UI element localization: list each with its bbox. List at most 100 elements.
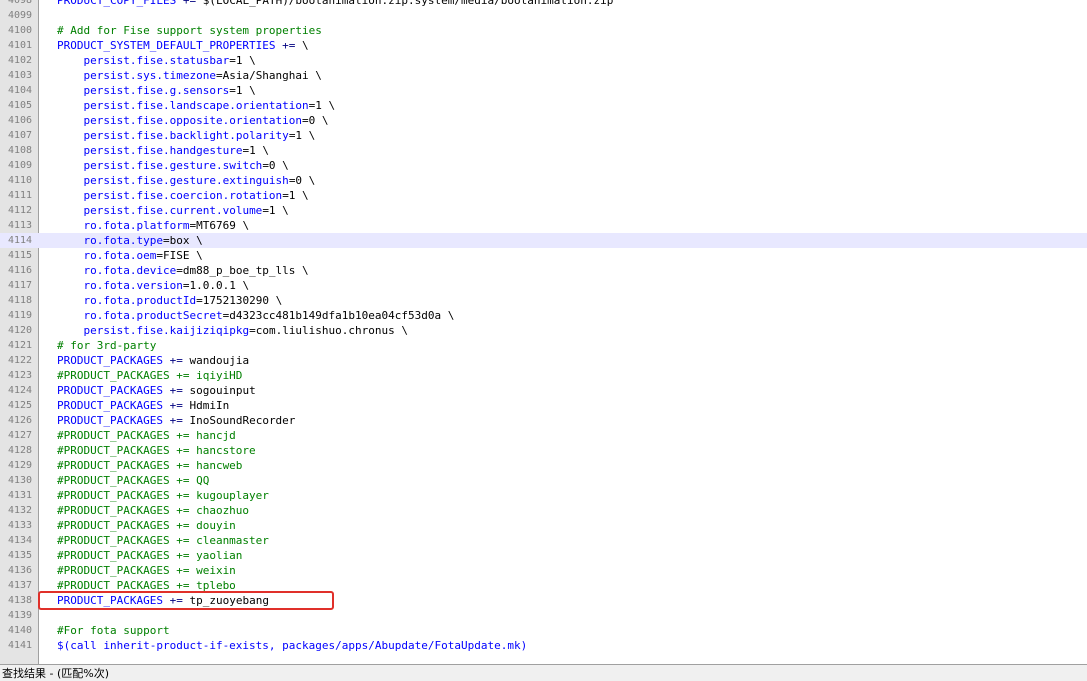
line-number: 4113 — [8, 220, 33, 231]
line-number: 4117 — [8, 280, 33, 291]
comment-text: #PRODUCT_PACKAGES += cleanmaster — [57, 534, 269, 547]
line-number: 4102 — [8, 55, 33, 66]
comment-text: #PRODUCT_PACKAGES += hancstore — [57, 444, 256, 457]
code-line[interactable]: 4128 #PRODUCT_PACKAGES += hancstore — [0, 443, 1087, 458]
code-line[interactable]: 4101 PRODUCT_SYSTEM_DEFAULT_PROPERTIES +=… — [0, 38, 1087, 53]
code-line[interactable]: 4121 # for 3rd-party — [0, 338, 1087, 353]
code-line[interactable]: 4110 persist.fise.gesture.extinguish=0 \ — [0, 173, 1087, 188]
code-editor[interactable]: 4098 PRODUCT_COPY_FILES += $(LOCAL_PATH)/… — [0, 0, 1087, 664]
code-line[interactable]: 4132 #PRODUCT_PACKAGES += chaozhuo — [0, 503, 1087, 518]
code-line[interactable]: 4131 #PRODUCT_PACKAGES += kugouplayer — [0, 488, 1087, 503]
comment-text: #For fota support — [57, 624, 170, 637]
line-number: 4136 — [8, 565, 33, 576]
line-number: 4119 — [8, 310, 33, 321]
comment-text: #PRODUCT_PACKAGES += weixin — [57, 564, 236, 577]
code-text: #PRODUCT_PACKAGES += kugouplayer — [57, 488, 269, 503]
code-text: # Add for Fise support system properties — [57, 23, 322, 38]
code-text: ro.fota.type=box \ — [57, 233, 203, 248]
line-number: 4112 — [8, 205, 33, 216]
variable-name: PRODUCT_PACKAGES — [57, 399, 163, 412]
property-value: =Asia/Shanghai \ — [215, 69, 322, 82]
code-text: persist.fise.landscape.orientation=1 \ — [57, 98, 336, 113]
operator: += — [162, 399, 190, 412]
code-line[interactable]: 4129 #PRODUCT_PACKAGES += hancweb — [0, 458, 1087, 473]
code-line[interactable]: 4125 PRODUCT_PACKAGES += HdmiIn — [0, 398, 1087, 413]
property-key: persist.fise.backlight.polarity — [83, 129, 289, 142]
code-line[interactable]: 4117 ro.fota.version=1.0.0.1 \ — [0, 278, 1087, 293]
code-line[interactable]: 4100 # Add for Fise support system proper… — [0, 23, 1087, 38]
code-line[interactable]: 4104 persist.fise.g.sensors=1 \ — [0, 83, 1087, 98]
code-line[interactable]: 4113 ro.fota.platform=MT6769 \ — [0, 218, 1087, 233]
code-line[interactable]: 4123 #PRODUCT_PACKAGES += iqiyiHD — [0, 368, 1087, 383]
code-line[interactable]: 4114 ro.fota.type=box \ — [0, 233, 1087, 248]
code-line[interactable]: 4141 $(call inherit-product-if-exists, pa… — [0, 638, 1087, 653]
code-text: ro.fota.version=1.0.0.1 \ — [57, 278, 250, 293]
property-value: =0 \ — [302, 114, 329, 127]
comment-text: #PRODUCT_PACKAGES += yaolian — [57, 549, 243, 562]
value: $(LOCAL_PATH)/bootanimation.zip:system/m… — [202, 0, 614, 7]
code-line[interactable]: 4107 persist.fise.backlight.polarity=1 \ — [0, 128, 1087, 143]
code-line[interactable]: 4126 PRODUCT_PACKAGES += InoSoundRecorder — [0, 413, 1087, 428]
code-line[interactable]: 4120 persist.fise.kaijiziqipkg=com.liuli… — [0, 323, 1087, 338]
code-line[interactable]: 4106 persist.fise.opposite.orientation=0… — [0, 113, 1087, 128]
code-line[interactable]: 4105 persist.fise.landscape.orientation=… — [0, 98, 1087, 113]
code-text: ro.fota.oem=FISE \ — [57, 248, 203, 263]
property-key: ro.fota.version — [83, 279, 183, 292]
code-line[interactable]: 4098 PRODUCT_COPY_FILES += $(LOCAL_PATH)/… — [0, 0, 1087, 8]
property-value: =1 \ — [308, 99, 336, 112]
comment-text: #PRODUCT_PACKAGES += iqiyiHD — [57, 369, 243, 382]
line-number: 4104 — [8, 85, 33, 96]
code-line[interactable]: 4127 #PRODUCT_PACKAGES += hancjd — [0, 428, 1087, 443]
line-number: 4111 — [8, 190, 33, 201]
line-number: 4108 — [8, 145, 33, 156]
code-text: #For fota support — [57, 623, 170, 638]
line-number: 4098 — [8, 0, 33, 6]
line-number: 4134 — [8, 535, 33, 546]
code-line[interactable]: 4124 PRODUCT_PACKAGES += sogouinput — [0, 383, 1087, 398]
code-line[interactable]: 4111 persist.fise.coercion.rotation=1 \ — [0, 188, 1087, 203]
property-value: =MT6769 \ — [189, 219, 250, 232]
property-key: persist.fise.kaijiziqipkg — [83, 324, 250, 337]
property-key: persist.fise.coercion.rotation — [83, 189, 283, 202]
comment-text: # for 3rd-party — [57, 339, 157, 352]
highlight-box — [38, 591, 334, 610]
property-key: ro.fota.type — [83, 234, 163, 247]
line-number: 4137 — [8, 580, 33, 591]
line-number: 4132 — [8, 505, 33, 516]
code-text: #PRODUCT_PACKAGES += chaozhuo — [57, 503, 249, 518]
code-line[interactable]: 4109 persist.fise.gesture.switch=0 \ — [0, 158, 1087, 173]
code-line[interactable]: 4108 persist.fise.handgesture=1 \ — [0, 143, 1087, 158]
property-key: persist.fise.landscape.orientation — [83, 99, 309, 112]
code-line[interactable]: 4133 #PRODUCT_PACKAGES += douyin — [0, 518, 1087, 533]
property-key: ro.fota.device — [83, 264, 177, 277]
code-line[interactable]: 4134 #PRODUCT_PACKAGES += cleanmaster — [0, 533, 1087, 548]
code-line[interactable]: 4130 #PRODUCT_PACKAGES += QQ — [0, 473, 1087, 488]
code-line[interactable]: 4112 persist.fise.current.volume=1 \ — [0, 203, 1087, 218]
search-results-bar: 查找结果 - (匹配%次) — [0, 664, 1087, 681]
code-line[interactable]: 4099 — [0, 8, 1087, 23]
property-value: =1 \ — [229, 54, 256, 67]
code-line[interactable]: 4102 persist.fise.statusbar=1 \ — [0, 53, 1087, 68]
code-line[interactable]: 4119 ro.fota.productSecret=d4323cc481b14… — [0, 308, 1087, 323]
code-line[interactable]: 4103 persist.sys.timezone=Asia/Shanghai … — [0, 68, 1087, 83]
property-key: persist.fise.current.volume — [83, 204, 263, 217]
property-value: =1 \ — [262, 204, 289, 217]
property-key: ro.fota.platform — [83, 219, 190, 232]
variable-name: PRODUCT_PACKAGES — [57, 414, 163, 427]
code-line[interactable]: 4115 ro.fota.oem=FISE \ — [0, 248, 1087, 263]
variable-name: PRODUCT_SYSTEM_DEFAULT_PROPERTIES — [57, 39, 276, 52]
code-line[interactable]: 4140 #For fota support — [0, 623, 1087, 638]
code-line[interactable]: 4122 PRODUCT_PACKAGES += wandoujia — [0, 353, 1087, 368]
code-text: #PRODUCT_PACKAGES += hancjd — [57, 428, 236, 443]
code-line[interactable]: 4116 ro.fota.device=dm88_p_boe_tp_lls \ — [0, 263, 1087, 278]
code-text: persist.fise.statusbar=1 \ — [57, 53, 256, 68]
code-line[interactable]: 4139 — [0, 608, 1087, 623]
code-line[interactable]: 4136 #PRODUCT_PACKAGES += weixin — [0, 563, 1087, 578]
property-value: =box \ — [162, 234, 203, 247]
value: HdmiIn — [189, 399, 230, 412]
line-number: 4123 — [8, 370, 33, 381]
code-text: persist.fise.gesture.extinguish=0 \ — [57, 173, 316, 188]
code-line[interactable]: 4135 #PRODUCT_PACKAGES += yaolian — [0, 548, 1087, 563]
code-line[interactable]: 4118 ro.fota.productId=1752130290 \ — [0, 293, 1087, 308]
comment-text: #PRODUCT_PACKAGES += hancjd — [57, 429, 236, 442]
